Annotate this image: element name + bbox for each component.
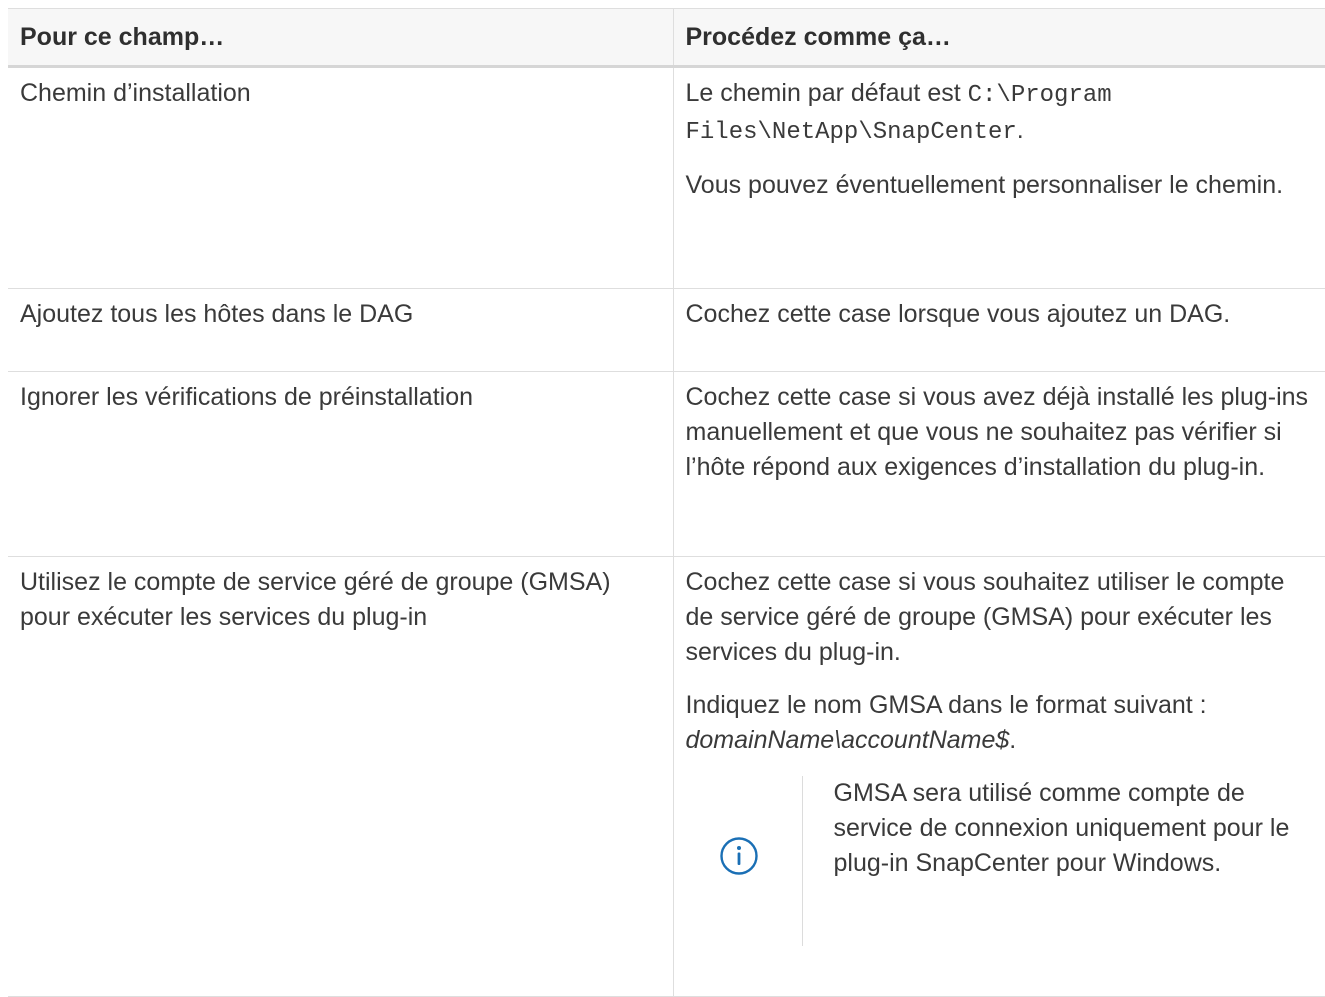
table-row: Utilisez le compte de service géré de gr… — [8, 556, 1325, 997]
info-note: GMSA sera utilisé comme compte de servic… — [686, 776, 1314, 946]
action-cell: Cochez cette case si vous avez déjà inst… — [672, 371, 1325, 557]
info-circle-icon — [719, 837, 758, 875]
desc-paragraph: Cochez cette case si vous souhaitez util… — [685, 568, 1285, 666]
field-cell: Ajoutez tous les hôtes dans le DAG — [8, 288, 673, 372]
desc-paragraph: Indiquez le nom GMSA dans le format suiv… — [686, 688, 1314, 758]
action-cell: Cochez cette case si vous souhaitez util… — [672, 556, 1325, 997]
desc-paragraph: Vous pouvez éventuellement personnaliser… — [685, 171, 1284, 199]
header-field: Pour ce champ… — [8, 8, 673, 68]
note-text: GMSA sera utilisé comme compte de servic… — [833, 779, 1290, 877]
desc-paragraph: Cochez cette case lorsque vous ajoutez u… — [685, 300, 1231, 328]
table-row: Ajoutez tous les hôtes dans le DAG Coche… — [8, 288, 1325, 372]
table-header-row: Pour ce champ… Procédez comme ça… — [8, 8, 1325, 68]
desc-text: . — [1016, 116, 1024, 144]
table-row: Ignorer les vérifications de préinstalla… — [8, 371, 1325, 557]
note-divider — [801, 776, 803, 946]
action-cell: Cochez cette case lorsque vous ajoutez u… — [672, 288, 1325, 372]
fields-table: Pour ce champ… Procédez comme ça… Chemin… — [8, 8, 1325, 997]
field-cell: Ignorer les vérifications de préinstalla… — [8, 371, 673, 557]
desc-paragraph: Le chemin par défaut est C:\Program File… — [686, 76, 1314, 150]
header-action: Procédez comme ça… — [672, 8, 1325, 68]
desc-paragraph: Cochez cette case si vous avez déjà inst… — [685, 383, 1309, 481]
field-cell: Utilisez le compte de service géré de gr… — [8, 556, 673, 997]
field-cell: Chemin d’installation — [8, 66, 673, 289]
gmsa-format-text: domainName\accountName$ — [685, 726, 1010, 754]
action-cell: Le chemin par défaut est C:\Program File… — [672, 66, 1325, 289]
desc-text: Indiquez le nom GMSA dans le format suiv… — [685, 691, 1207, 719]
desc-text: . — [1009, 726, 1017, 754]
desc-text: Le chemin par défaut est — [685, 79, 968, 107]
table-row: Chemin d’installation Le chemin par défa… — [8, 66, 1325, 289]
